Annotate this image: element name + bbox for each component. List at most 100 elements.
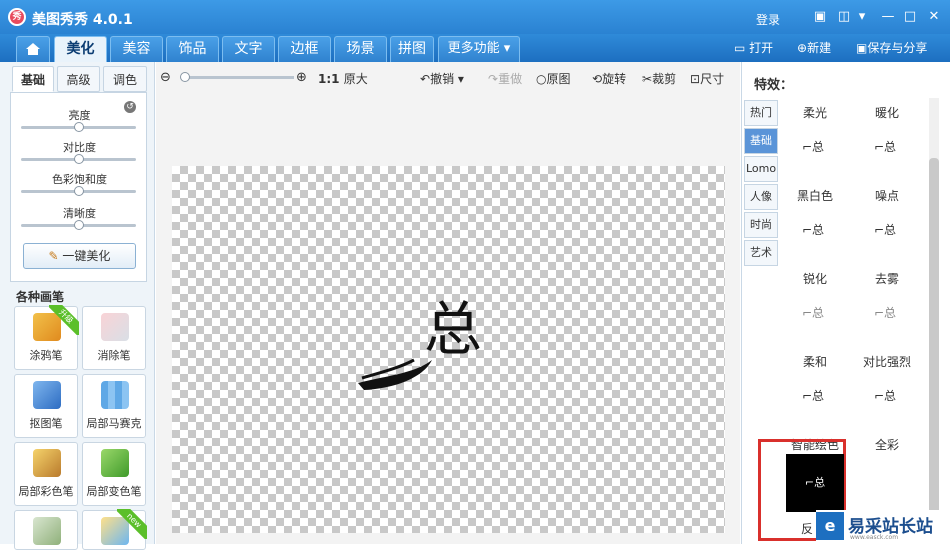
tab-beautify[interactable]: 美化 [54, 36, 107, 62]
brush-button[interactable]: new [82, 509, 147, 550]
upgrade-badge: 升级 [49, 305, 79, 335]
original-image-label: 原图 [546, 72, 571, 86]
effect-sharpen[interactable]: 锐化 ⌐总 [780, 270, 850, 350]
tab-more-features[interactable]: 更多功能 ▾ [438, 36, 520, 62]
tab-color-tune[interactable]: 调色 [103, 66, 147, 92]
tab-text[interactable]: 文字 [222, 36, 275, 62]
effects-title: 特效： [754, 78, 794, 93]
effect-noise[interactable]: 噪点 ⌐总 [852, 187, 922, 267]
slider-knob[interactable] [73, 122, 84, 132]
actual-size-button[interactable]: 1:1 原大 [318, 70, 368, 87]
save-share-label: 保存与分享 [867, 41, 928, 55]
effect-warm[interactable]: 暖化 ⌐总 [852, 104, 922, 184]
maximize-button[interactable]: □ [900, 8, 920, 26]
one-click-beautify-button[interactable]: ✎ 一键美化 [23, 243, 136, 269]
menu-icon[interactable]: ▾ [852, 8, 872, 26]
scissors-icon: ✂ [642, 72, 653, 86]
local-color-brush-button[interactable]: 局部彩色笔 [14, 442, 78, 506]
brush-label: 局部彩色笔 [18, 485, 74, 498]
watermark-sub: www.easck.com [850, 534, 899, 541]
local-mosaic-button[interactable]: 局部马赛克 [82, 374, 146, 438]
tab-scene[interactable]: 场景 [334, 36, 387, 62]
effect-dehaze[interactable]: 去雾 ⌐总 [852, 270, 922, 350]
category-basic[interactable]: 基础 [744, 128, 778, 154]
message-icon[interactable]: ▣ [810, 8, 830, 26]
undo-button[interactable]: ↶撤销 ▾ [420, 70, 464, 87]
adjust-box: ↺ 亮度 对比度 色彩饱和度 清晰度 ✎ 一键美化 [10, 92, 147, 282]
category-fashion[interactable]: 时尚 [744, 212, 778, 238]
effect-thumbnail: ⌐总 [802, 223, 825, 237]
app-logo-icon: 秀 [8, 8, 26, 26]
login-link[interactable]: 登录 [756, 11, 780, 28]
zoom-knob[interactable] [180, 72, 190, 82]
slider-knob[interactable] [73, 220, 84, 230]
tab-basic[interactable]: 基础 [12, 66, 54, 92]
category-lomo[interactable]: Lomo [744, 156, 778, 182]
original-image-button[interactable]: ○原图 [536, 70, 571, 87]
zoom-out-icon[interactable]: ⊖ [160, 70, 171, 85]
size-button[interactable]: ⊡尺寸 [690, 70, 724, 87]
effect-thumbnail: ⌐总 [874, 140, 897, 154]
category-hot[interactable]: 热门 [744, 100, 778, 126]
contrast-slider[interactable] [21, 154, 136, 164]
home-tab[interactable] [16, 36, 50, 62]
save-share-button[interactable]: ▣保存与分享 [856, 38, 927, 58]
effect-thumbnail: ⌐总 [874, 306, 897, 320]
open-button[interactable]: ▭ 打开 [734, 38, 773, 58]
effect-label: 噪点 [874, 189, 899, 203]
slider-knob[interactable] [73, 186, 84, 196]
more-features-label: 更多功能 [447, 41, 500, 56]
cutout-brush-button[interactable]: 抠图笔 [14, 374, 78, 438]
effect-label: 锐化 [802, 272, 827, 286]
brush-label: 涂鸦笔 [29, 349, 63, 362]
tab-advanced[interactable]: 高级 [57, 66, 100, 92]
brush-label: 消除笔 [97, 349, 131, 362]
effect-soft-light[interactable]: 柔光 ⌐总 [780, 104, 850, 184]
undo-icon: ↶ [420, 72, 431, 86]
scrollbar-thumb[interactable] [929, 158, 939, 544]
skin-icon[interactable]: ◫ [834, 8, 854, 26]
effect-label: 暖化 [874, 106, 899, 120]
brush-button[interactable] [14, 510, 78, 550]
effect-high-contrast[interactable]: 对比强烈 ⌐总 [852, 353, 922, 433]
zoom-in-icon[interactable]: ⊕ [296, 70, 307, 85]
doodle-brush-button[interactable]: 涂鸦笔 升级 [14, 305, 79, 370]
rotate-icon: ⟲ [592, 72, 603, 86]
effect-thumbnail: ⌐总 [802, 306, 825, 320]
category-art[interactable]: 艺术 [744, 240, 778, 266]
tab-accessories[interactable]: 饰品 [166, 36, 219, 62]
saturation-slider[interactable] [21, 186, 136, 196]
effects-scrollbar[interactable] [929, 98, 939, 544]
close-button[interactable]: ✕ [924, 8, 944, 26]
image-canvas[interactable]: 总 [172, 166, 725, 533]
rotate-button[interactable]: ⟲旋转 [592, 70, 626, 87]
tab-beauty[interactable]: 美容 [110, 36, 163, 62]
watermark: e 易采站长站 www.easck.com [816, 510, 950, 544]
save-icon: ▣ [856, 41, 868, 55]
redo-button[interactable]: ↷重做 [488, 70, 522, 87]
selected-effect-thumbnail[interactable]: ⌐总 [786, 454, 844, 512]
new-button[interactable]: ⊕新建 [797, 38, 831, 58]
zoom-slider[interactable] [180, 72, 294, 82]
effect-label: 全彩 [874, 438, 899, 452]
eraser-brush-button[interactable]: 消除笔 [82, 306, 146, 370]
redo-icon: ↷ [488, 72, 499, 86]
effect-thumbnail: ⌐总 [874, 223, 897, 237]
minimize-button[interactable]: — [878, 8, 898, 26]
effect-black-white[interactable]: 黑白色 ⌐总 [780, 187, 850, 267]
tab-collage[interactable]: 拼图 [390, 36, 434, 62]
brightness-label: 亮度 [68, 109, 91, 122]
open-label: 打开 [749, 41, 774, 55]
local-recolor-brush-button[interactable]: 局部变色笔 [82, 442, 146, 506]
contrast-label: 对比度 [63, 141, 96, 154]
undo-label: 撤销 [430, 72, 455, 86]
sharpness-slider[interactable] [21, 220, 136, 230]
crop-button[interactable]: ✂裁剪 [642, 70, 676, 87]
slider-knob[interactable] [73, 154, 84, 164]
category-portrait[interactable]: 人像 [744, 184, 778, 210]
effect-full-color[interactable]: 全彩 [852, 436, 922, 516]
brightness-slider[interactable] [21, 122, 136, 132]
tab-border[interactable]: 边框 [278, 36, 331, 62]
effect-soft[interactable]: 柔和 ⌐总 [780, 353, 850, 433]
undo-dropdown-icon[interactable]: ▾ [458, 72, 464, 86]
